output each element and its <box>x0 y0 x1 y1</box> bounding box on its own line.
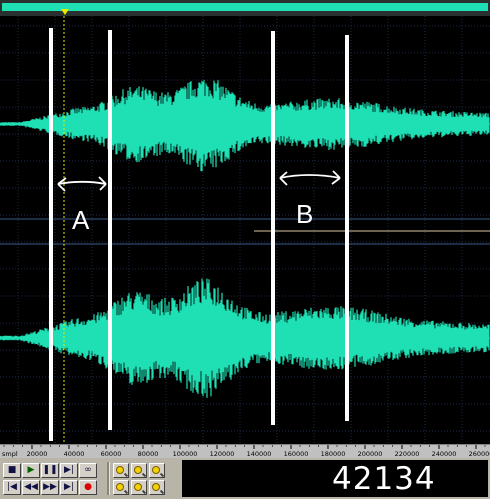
playhead-marker-icon[interactable] <box>61 9 69 15</box>
rewind-button[interactable]: ◀◀ <box>22 480 40 495</box>
record-icon: ● <box>84 482 92 492</box>
ruler-tick-label: 20000 <box>27 450 48 458</box>
region-a-label: A <box>72 205 90 235</box>
overview-waveform-range[interactable] <box>2 3 488 11</box>
ruler-tick-label: 200000 <box>358 450 383 458</box>
play-button[interactable]: ▶ <box>22 463 40 478</box>
go-to-start-button[interactable]: |◀ <box>3 480 21 495</box>
toolbar-separator <box>107 462 110 495</box>
record-button[interactable]: ● <box>79 480 97 495</box>
go-to-end-button[interactable]: ▶| <box>60 480 78 495</box>
waveform-channels <box>0 80 490 398</box>
ruler-tick-label: 220000 <box>395 450 420 458</box>
ruler-tick-label: 40000 <box>64 450 85 458</box>
ruler-tick-label: 60000 <box>101 450 122 458</box>
play-to-end-button[interactable]: ▶| <box>60 463 78 478</box>
zoom-out-vertical-button[interactable] <box>131 480 147 495</box>
stop-button[interactable]: ■ <box>3 463 21 478</box>
overview-scroll-bar[interactable] <box>0 0 490 16</box>
zoom-out-vertical-icon <box>134 483 142 491</box>
ruler-tick-label: 260000 <box>469 450 490 458</box>
ruler-tick-label: 140000 <box>247 450 272 458</box>
loop-button[interactable]: ∞ <box>79 463 97 478</box>
ruler-tick-label: 180000 <box>321 450 346 458</box>
ruler-tick-label: 240000 <box>432 450 457 458</box>
fast-forward-button[interactable]: ▶▶ <box>41 480 59 495</box>
ruler-tick-label: 80000 <box>138 450 159 458</box>
zoom-in-icon <box>116 466 124 474</box>
zoom-full-icon <box>152 466 160 474</box>
zoom-in-vertical-button[interactable] <box>113 480 129 495</box>
zoom-out-horizontal-button[interactable] <box>131 463 147 478</box>
zoom-selection-icon <box>152 483 160 491</box>
waveform-channel-left <box>0 80 490 172</box>
pause-icon: ❚❚ <box>42 465 58 475</box>
region-b-arrow <box>279 170 341 186</box>
zoom-selection-button[interactable] <box>149 480 165 495</box>
region-a-arrow <box>57 176 107 192</box>
go-to-end-icon: ▶| <box>64 482 74 492</box>
play-to-end-icon: ▶| <box>64 465 74 475</box>
zoom-full-button[interactable] <box>149 463 165 478</box>
zoom-in-vertical-icon <box>116 483 124 491</box>
transport-bar: ■ ▶ ❚❚ ▶| ∞ |◀ ◀◀ ▶▶ ▶| ● 42134 <box>0 458 490 499</box>
go-to-start-icon: |◀ <box>7 482 17 492</box>
rewind-icon: ◀◀ <box>24 482 38 492</box>
time-display-value: 42134 <box>332 461 436 497</box>
zoom-in-horizontal-button[interactable] <box>113 463 129 478</box>
waveform-canvas[interactable]: A B <box>0 16 490 444</box>
zoom-out-icon <box>134 466 142 474</box>
pause-button[interactable]: ❚❚ <box>41 463 59 478</box>
ruler-tick-label: 120000 <box>210 450 235 458</box>
region-b-label: B <box>296 199 313 229</box>
loop-icon: ∞ <box>84 465 92 475</box>
ruler-tick-label: 100000 <box>173 450 198 458</box>
waveform-channel-right <box>0 278 490 398</box>
fast-forward-icon: ▶▶ <box>43 482 57 492</box>
waveform-display[interactable]: A B <box>0 16 490 444</box>
ruler-ticks: smpl 20000 40000 60000 80000 100000 120000 140… <box>2 445 490 458</box>
time-display: 42134 <box>182 460 488 497</box>
ruler-tick-label: 160000 <box>284 450 309 458</box>
stop-icon: ■ <box>7 465 17 475</box>
time-ruler[interactable]: smpl 20000 40000 60000 80000 100000 120000 140… <box>0 444 490 459</box>
play-icon: ▶ <box>27 465 35 475</box>
ruler-unit-label: smpl <box>2 450 18 458</box>
